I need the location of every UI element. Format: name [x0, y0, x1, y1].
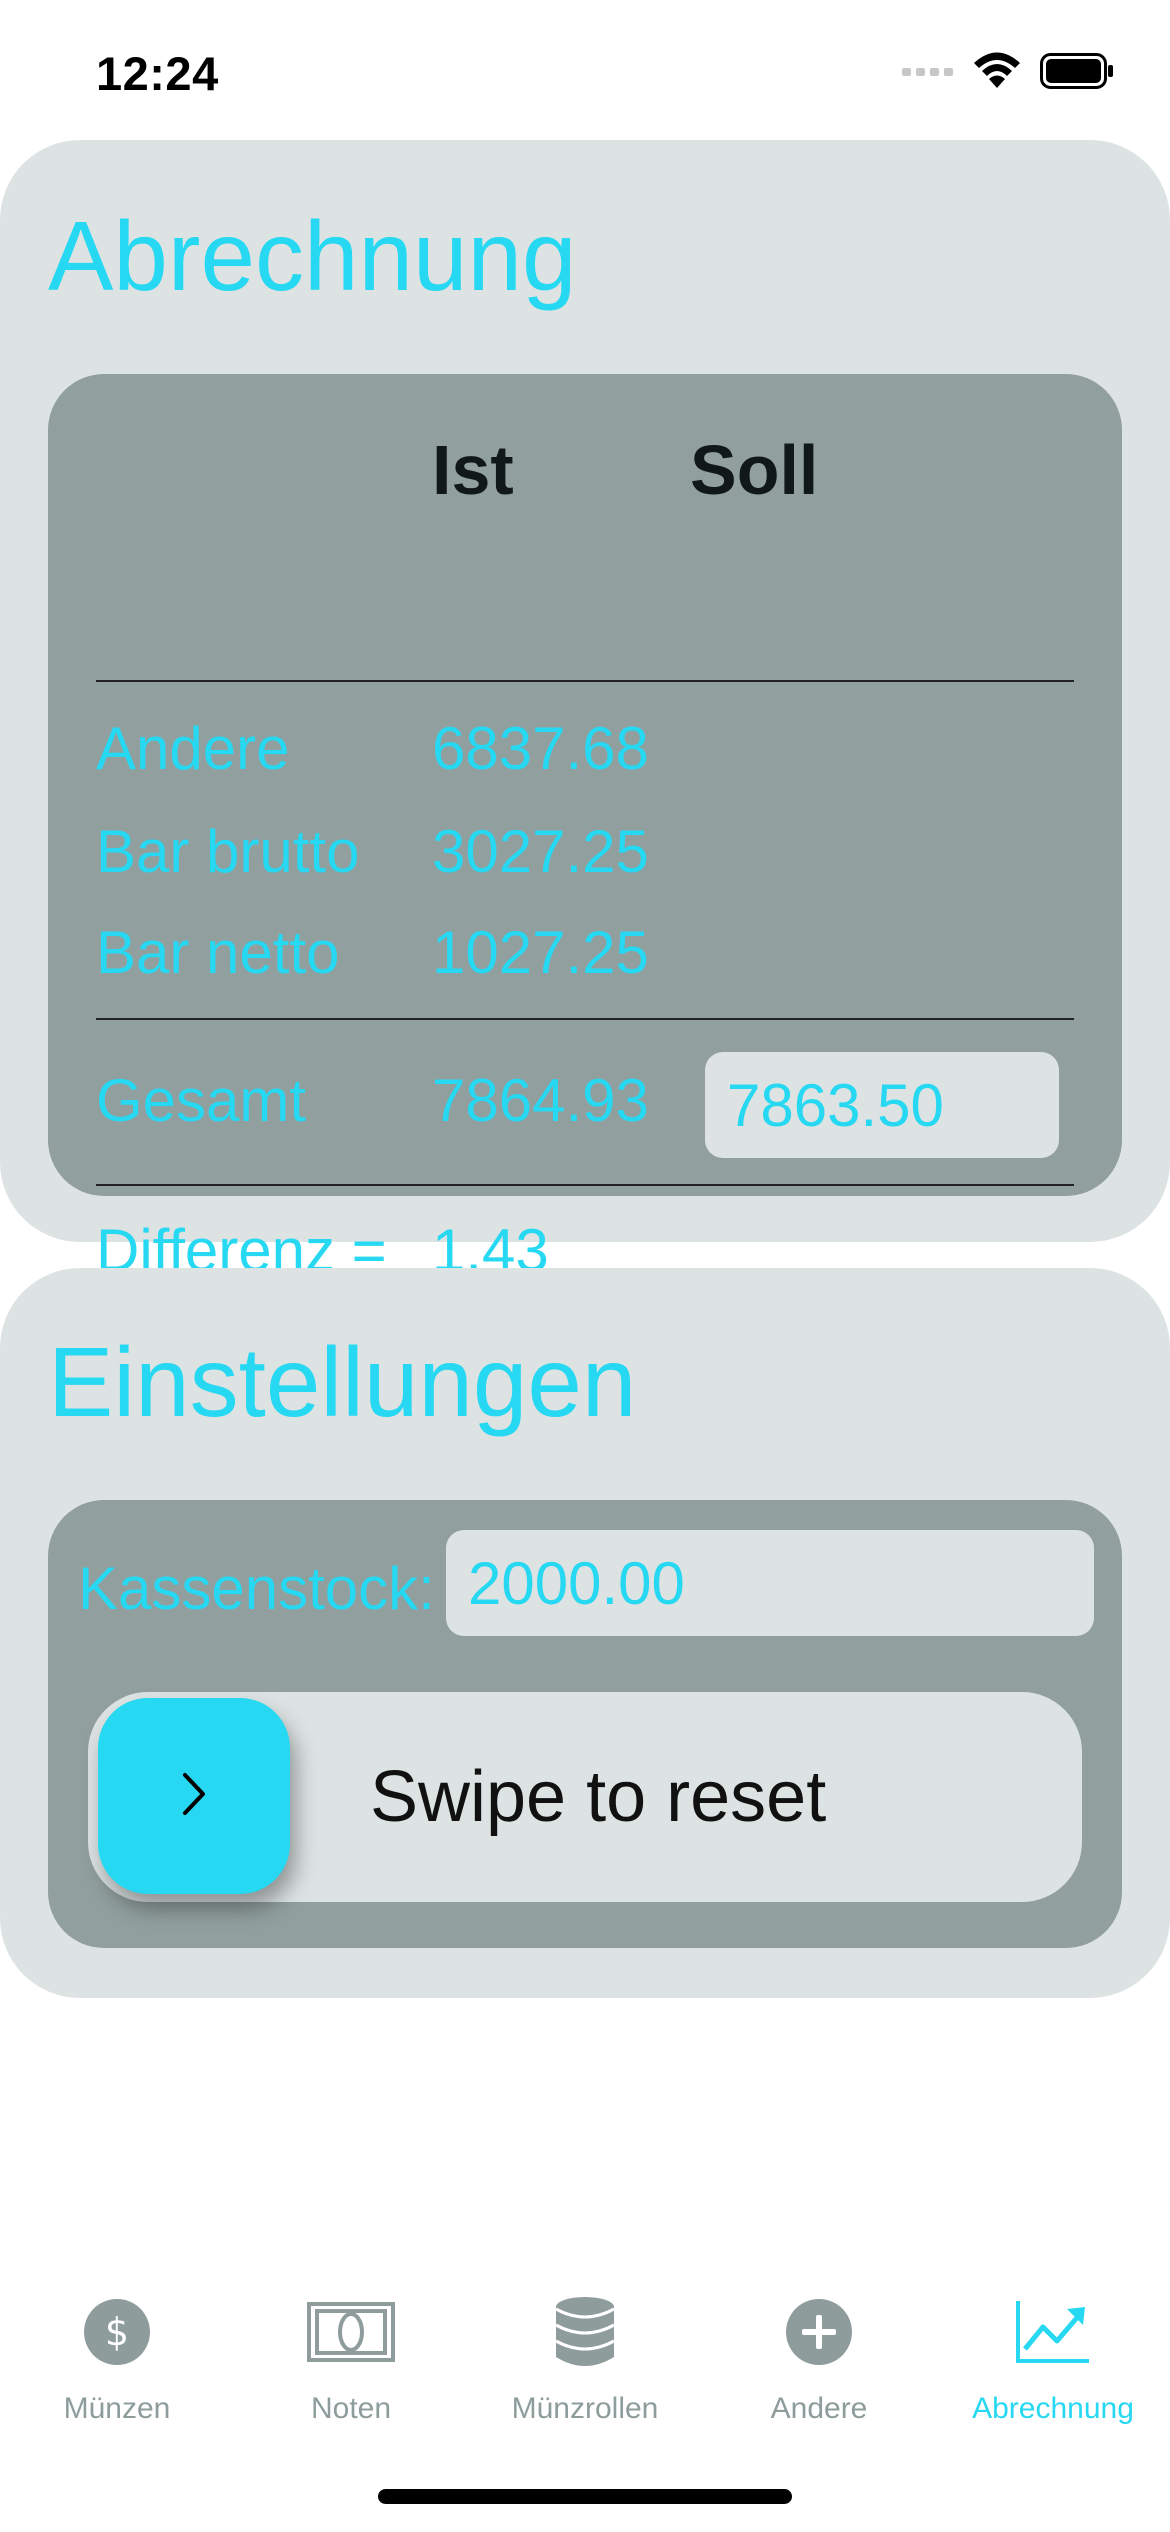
column-header-soll: Soll [690, 431, 819, 509]
row-value-andere: 6837.68 [432, 715, 649, 782]
tab-label: Noten [310, 2392, 392, 2425]
abrechnung-table: Ist Soll Andere 6837.68 Bar brutto 3027.… [48, 374, 1122, 1284]
row-label-gesamt: Gesamt [96, 1067, 307, 1134]
kassenstock-label: Kassenstock: [78, 1555, 435, 1622]
tab-label: Abrechnung [972, 2392, 1134, 2425]
cellular-signal-icon [902, 64, 954, 83]
swipe-to-reset-slider[interactable]: Swipe to reset [88, 1692, 1082, 1902]
tab-muenzrollen[interactable]: Münzrollen [468, 2290, 702, 2440]
row-value-bar-netto: 1027.25 [432, 919, 649, 986]
tab-label: Münzen [63, 2392, 171, 2425]
abrechnung-title: Abrechnung [48, 201, 577, 311]
abrechnung-card: Abrechnung Ist Soll Andere 6837.68 Bar b… [0, 140, 1170, 1284]
einstellungen-card: Einstellungen Kassenstock: 2000.00 Swipe… [0, 1268, 1170, 1998]
row-value-gesamt-ist: 7864.93 [432, 1067, 649, 1134]
einstellungen-panel: Kassenstock: 2000.00 Swipe to reset [48, 1500, 1122, 1948]
soll-input[interactable]: 7863.50 [705, 1052, 1059, 1158]
banknote-icon [307, 2290, 395, 2374]
einstellungen-title: Einstellungen [48, 1327, 637, 1437]
row-label-andere: Andere [96, 715, 290, 782]
row-label-bar-brutto: Bar brutto [96, 818, 360, 885]
divider [96, 1184, 1074, 1186]
home-indicator [378, 2489, 792, 2504]
battery-icon [1040, 53, 1114, 94]
tab-label: Münzrollen [511, 2392, 659, 2425]
tab-label: Andere [770, 2392, 868, 2425]
tab-noten[interactable]: Noten [234, 2290, 468, 2440]
plus-circle-icon [784, 2290, 854, 2374]
divider [96, 1018, 1074, 1020]
dollar-coin-icon: $ [82, 2290, 152, 2374]
tab-bar: $ Münzen Noten Münzrollen Andere Abrechn… [0, 2290, 1170, 2440]
tab-andere[interactable]: Andere [702, 2290, 936, 2440]
tab-abrechnung[interactable]: Abrechnung [936, 2290, 1170, 2440]
chevron-right-icon [179, 1771, 209, 1822]
coin-stack-icon [554, 2290, 616, 2374]
status-bar: 12:24 [0, 0, 1170, 140]
status-icons [902, 52, 1114, 95]
tab-muenzen[interactable]: $ Münzen [0, 2290, 234, 2440]
row-value-bar-brutto: 3027.25 [432, 818, 649, 885]
row-label-bar-netto: Bar netto [96, 919, 340, 986]
status-time: 12:24 [96, 47, 219, 100]
wifi-icon [972, 52, 1022, 95]
divider [96, 680, 1074, 682]
kassenstock-input[interactable]: 2000.00 [446, 1530, 1094, 1636]
swipe-label: Swipe to reset [370, 1757, 827, 1837]
svg-text:$: $ [105, 2310, 129, 2354]
swipe-handle[interactable] [98, 1698, 290, 1894]
column-header-ist: Ist [432, 431, 514, 509]
chart-line-icon [1015, 2290, 1091, 2374]
